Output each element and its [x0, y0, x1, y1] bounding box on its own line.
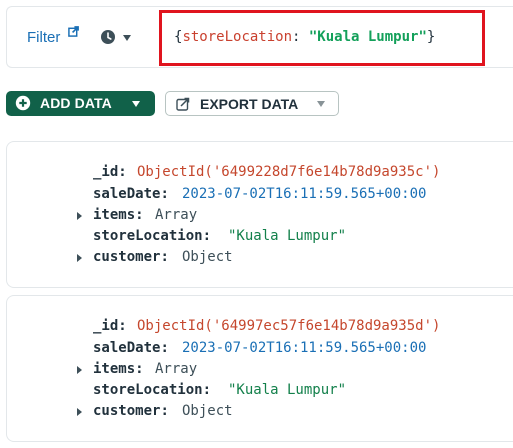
field-value-type: Array: [155, 207, 198, 223]
add-data-button[interactable]: ADD DATA: [6, 91, 155, 116]
field-key: _id:: [93, 164, 127, 180]
chevron-down-icon: [132, 101, 140, 107]
field-value-type: Object: [182, 249, 233, 265]
field-value-objectid: ObjectId('6499228d7f6e14b78d9a935c'): [137, 164, 441, 180]
plus-circle-icon: [15, 95, 31, 111]
add-data-label: ADD DATA: [40, 95, 112, 111]
field-key: _id:: [93, 318, 127, 334]
field-key: storeLocation:: [93, 382, 212, 398]
caret-right-icon[interactable]: [77, 366, 82, 374]
field-value-string: "Kuala Lumpur": [228, 228, 347, 244]
field-value-date: 2023-07-02T16:11:59.565+00:00: [182, 340, 427, 356]
export-data-label: EXPORT DATA: [200, 96, 299, 112]
caret-right-icon[interactable]: [77, 254, 82, 262]
field-key: storeLocation:: [93, 228, 212, 244]
external-link-icon[interactable]: [68, 26, 79, 37]
field-value-objectid: ObjectId('64997ec57f6e14b78d9a935d'): [137, 318, 441, 334]
query-key: storeLocation: [182, 29, 293, 45]
query-value: "Kuala Lumpur": [308, 29, 427, 45]
field-key: items:: [93, 207, 144, 223]
query-input[interactable]: {storeLocation: "Kuala Lumpur"}: [159, 10, 485, 66]
query-colon: :: [292, 29, 309, 45]
history-dropdown-caret-icon[interactable]: [123, 35, 131, 41]
document-card[interactable]: _id: ObjectId('64997ec57f6e14b78d9a935d'…: [6, 295, 513, 442]
field-key: saleDate:: [93, 340, 169, 356]
export-icon: [176, 97, 190, 111]
query-text[interactable]: {storeLocation: "Kuala Lumpur"}: [174, 29, 435, 45]
export-data-button[interactable]: EXPORT DATA: [165, 91, 339, 116]
caret-right-icon[interactable]: [77, 212, 82, 220]
query-close-brace: }: [426, 29, 436, 45]
chevron-down-icon: [317, 101, 325, 107]
caret-right-icon[interactable]: [77, 408, 82, 416]
field-value-type: Array: [155, 361, 198, 377]
field-value-date: 2023-07-02T16:11:59.565+00:00: [182, 186, 427, 202]
field-key: saleDate:: [93, 186, 169, 202]
field-key: customer:: [93, 403, 169, 419]
field-key: items:: [93, 361, 144, 377]
field-key: customer:: [93, 249, 169, 265]
document-card[interactable]: _id: ObjectId('6499228d7f6e14b78d9a935c'…: [6, 141, 513, 288]
field-value-string: "Kuala Lumpur": [228, 382, 347, 398]
filter-label[interactable]: Filter: [27, 29, 60, 46]
clock-icon[interactable]: [100, 29, 116, 45]
field-value-type: Object: [182, 403, 233, 419]
